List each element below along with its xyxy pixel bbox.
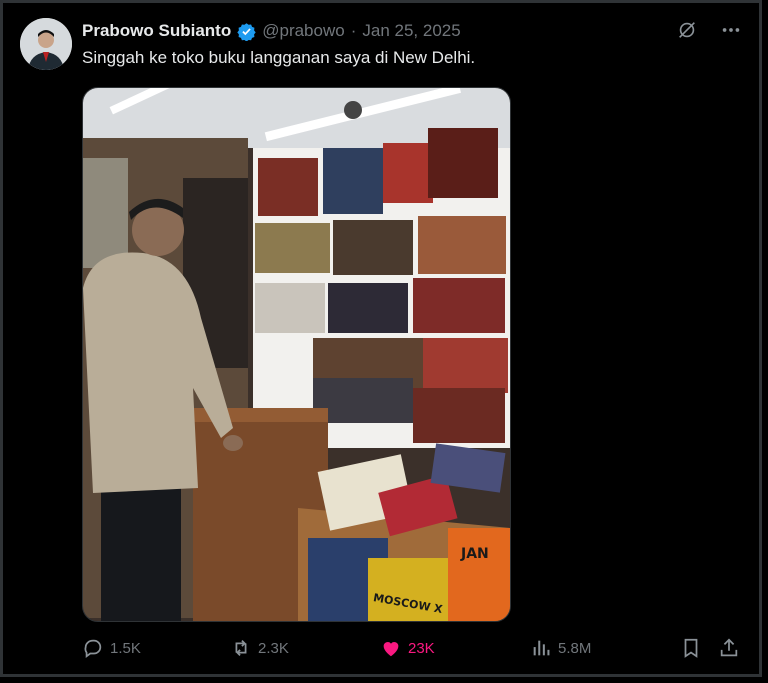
repost-count: 2.3K	[258, 639, 289, 657]
author-handle[interactable]: @prabowo	[262, 21, 344, 41]
author-avatar[interactable]	[20, 18, 72, 70]
reply-button[interactable]: 1.5K	[82, 636, 141, 660]
like-count: 23K	[408, 639, 435, 657]
views-button[interactable]: 5.8M	[530, 636, 591, 660]
verified-badge-icon	[237, 22, 256, 42]
heart-icon	[383, 642, 399, 657]
like-button[interactable]: 23K	[380, 636, 435, 660]
grok-icon[interactable]	[676, 19, 698, 46]
bookmark-button[interactable]	[680, 636, 702, 660]
meta-separator: ·	[350, 21, 357, 40]
book-sign-jan: JAN	[460, 546, 489, 562]
views-count: 5.8M	[558, 639, 592, 657]
share-icon	[720, 638, 738, 657]
post-photo[interactable]: JAN MOSCOW X	[82, 87, 511, 622]
more-options-icon[interactable]	[720, 19, 742, 46]
bookmark-icon	[684, 638, 698, 658]
post-top-icons	[676, 19, 742, 46]
reply-icon	[84, 639, 102, 658]
post-action-bar: 1.5K 2.3K 23K 5.8M	[82, 636, 742, 660]
post-header: Prabowo Subianto @prabowo · Jan 25, 2025	[82, 19, 461, 43]
repost-icon	[235, 640, 247, 656]
views-chart-icon	[533, 640, 550, 656]
reply-count: 1.5K	[110, 639, 141, 657]
author-name[interactable]: Prabowo Subianto	[82, 21, 231, 41]
bookstore-photo: JAN MOSCOW X	[83, 88, 510, 621]
repost-button[interactable]: 2.3K	[230, 636, 289, 660]
post-text: Singgah ke toko buku langganan saya di N…	[82, 48, 476, 67]
post-date[interactable]: Jan 25, 2025	[362, 21, 460, 41]
share-button[interactable]	[718, 636, 740, 660]
